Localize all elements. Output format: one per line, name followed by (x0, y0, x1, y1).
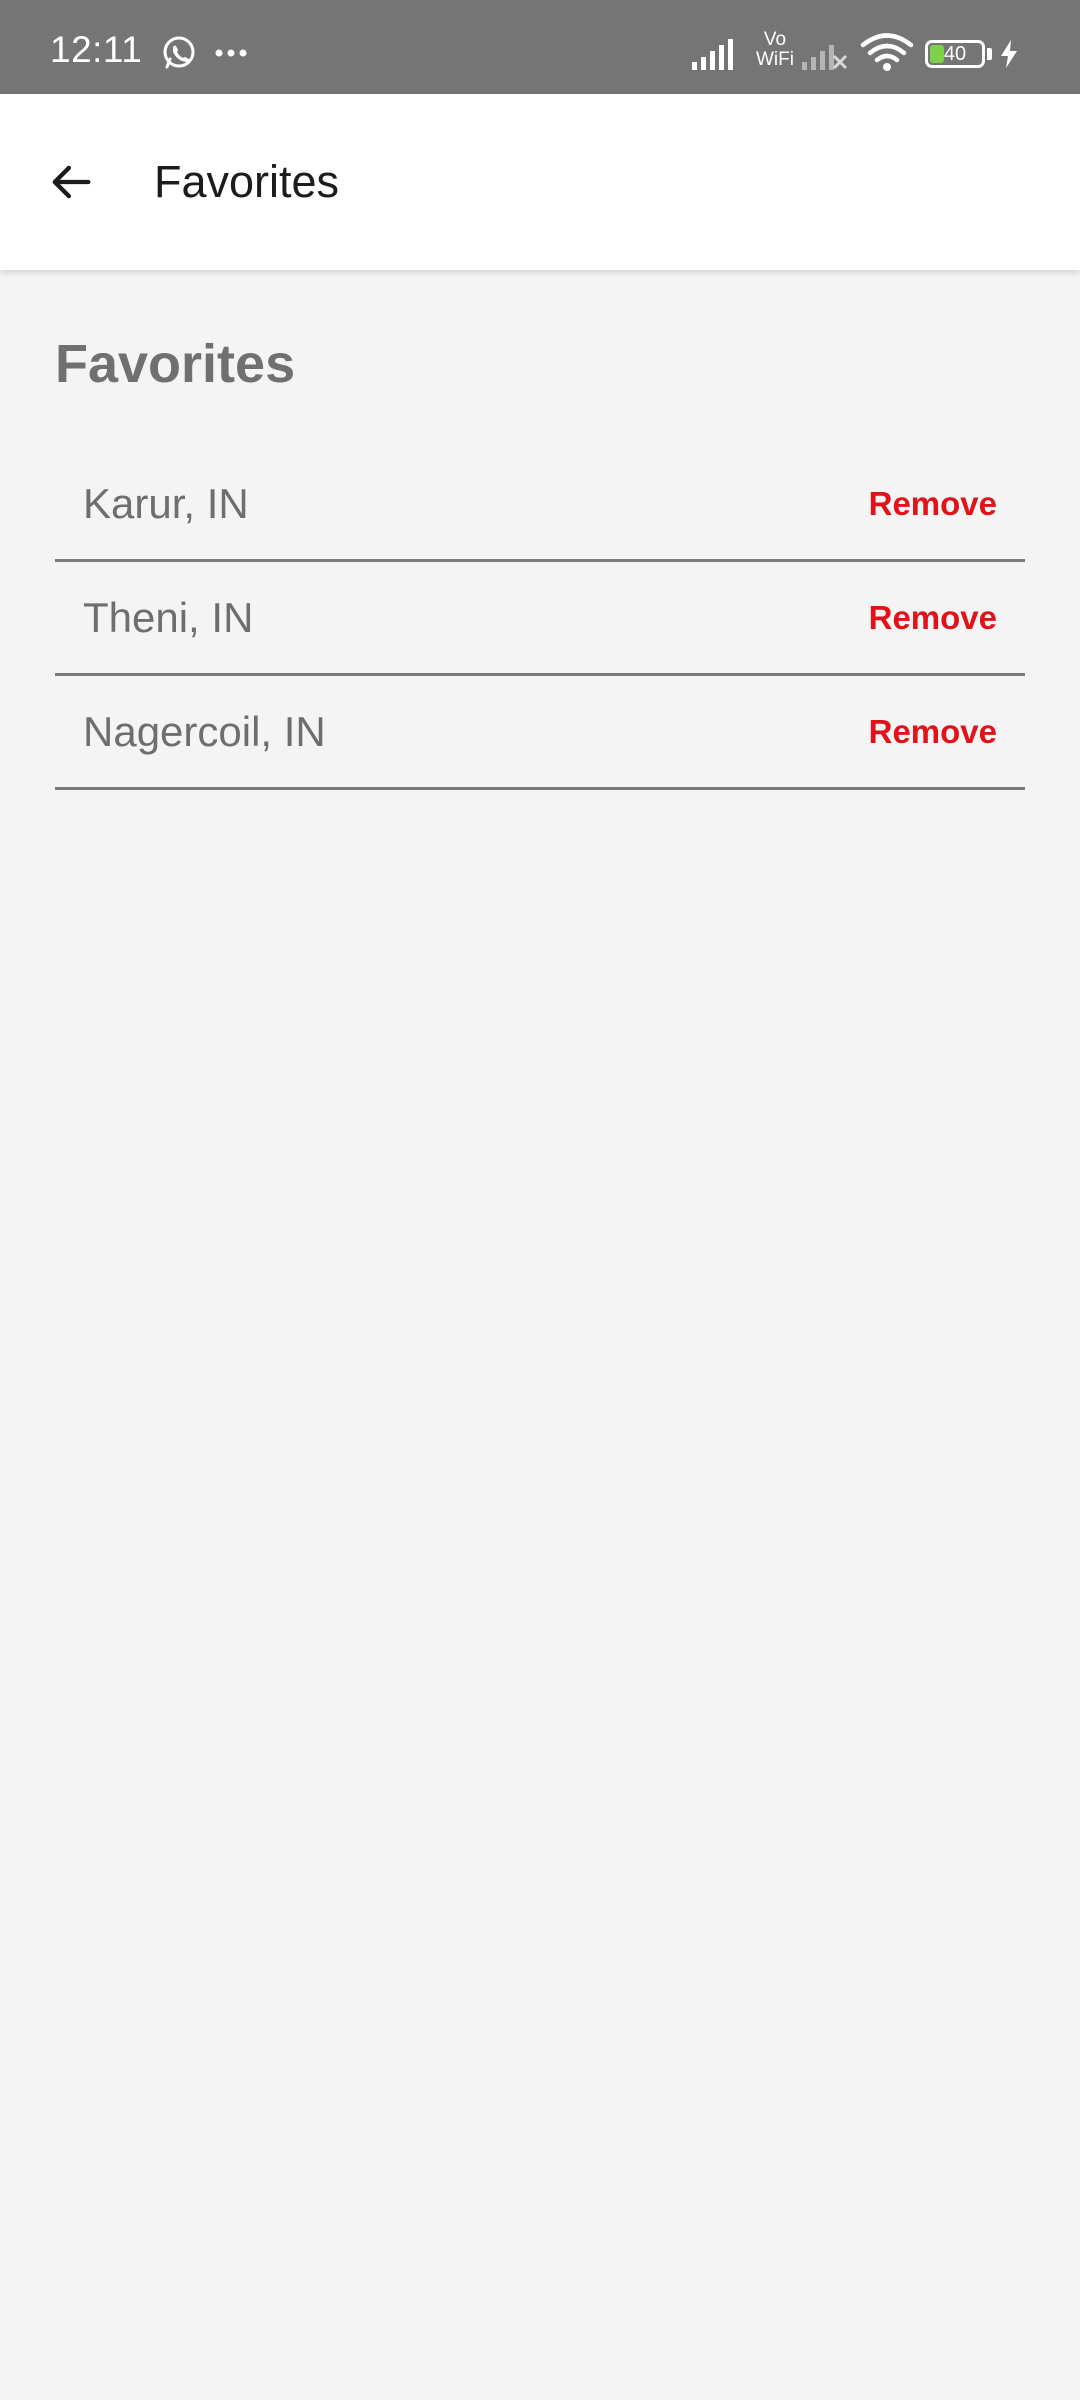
favorites-content: Favorites Karur, IN Remove Theni, IN Rem… (55, 270, 1025, 790)
back-button[interactable] (30, 146, 112, 218)
battery-tip (987, 48, 992, 60)
favorite-location-name[interactable]: Theni, IN (83, 592, 253, 644)
list-item[interactable]: Karur, IN Remove (55, 448, 1025, 562)
whatsapp-icon (163, 36, 195, 69)
list-item[interactable]: Nagercoil, IN Remove (55, 676, 1025, 790)
favorite-location-name[interactable]: Nagercoil, IN (83, 706, 326, 758)
signal-no-service-icon (802, 45, 848, 70)
remove-button[interactable]: Remove (869, 596, 997, 640)
favorites-list: Karur, IN Remove Theni, IN Remove Nagerc… (55, 448, 1025, 790)
vowifi-indicator: Vo WiFi (756, 29, 794, 70)
list-item[interactable]: Theni, IN Remove (55, 562, 1025, 676)
app-bar-title: Favorites (154, 156, 340, 207)
remove-button[interactable]: Remove (869, 482, 997, 526)
status-bar: 12:11 Vo WiFi 40 (0, 0, 1080, 94)
remove-button[interactable]: Remove (869, 710, 997, 754)
battery-icon: 40 (925, 40, 985, 68)
signal-icon (692, 39, 733, 70)
charging-icon (1001, 40, 1017, 68)
arrow-back-icon (52, 165, 91, 199)
page-title: Favorites (55, 334, 296, 394)
status-time: 12:11 (50, 29, 143, 70)
favorite-location-name[interactable]: Karur, IN (83, 478, 249, 530)
battery-level: 40 (943, 43, 967, 65)
more-dots-icon (215, 49, 247, 57)
app-bar: Favorites (0, 94, 1080, 270)
wifi-icon (860, 33, 914, 71)
